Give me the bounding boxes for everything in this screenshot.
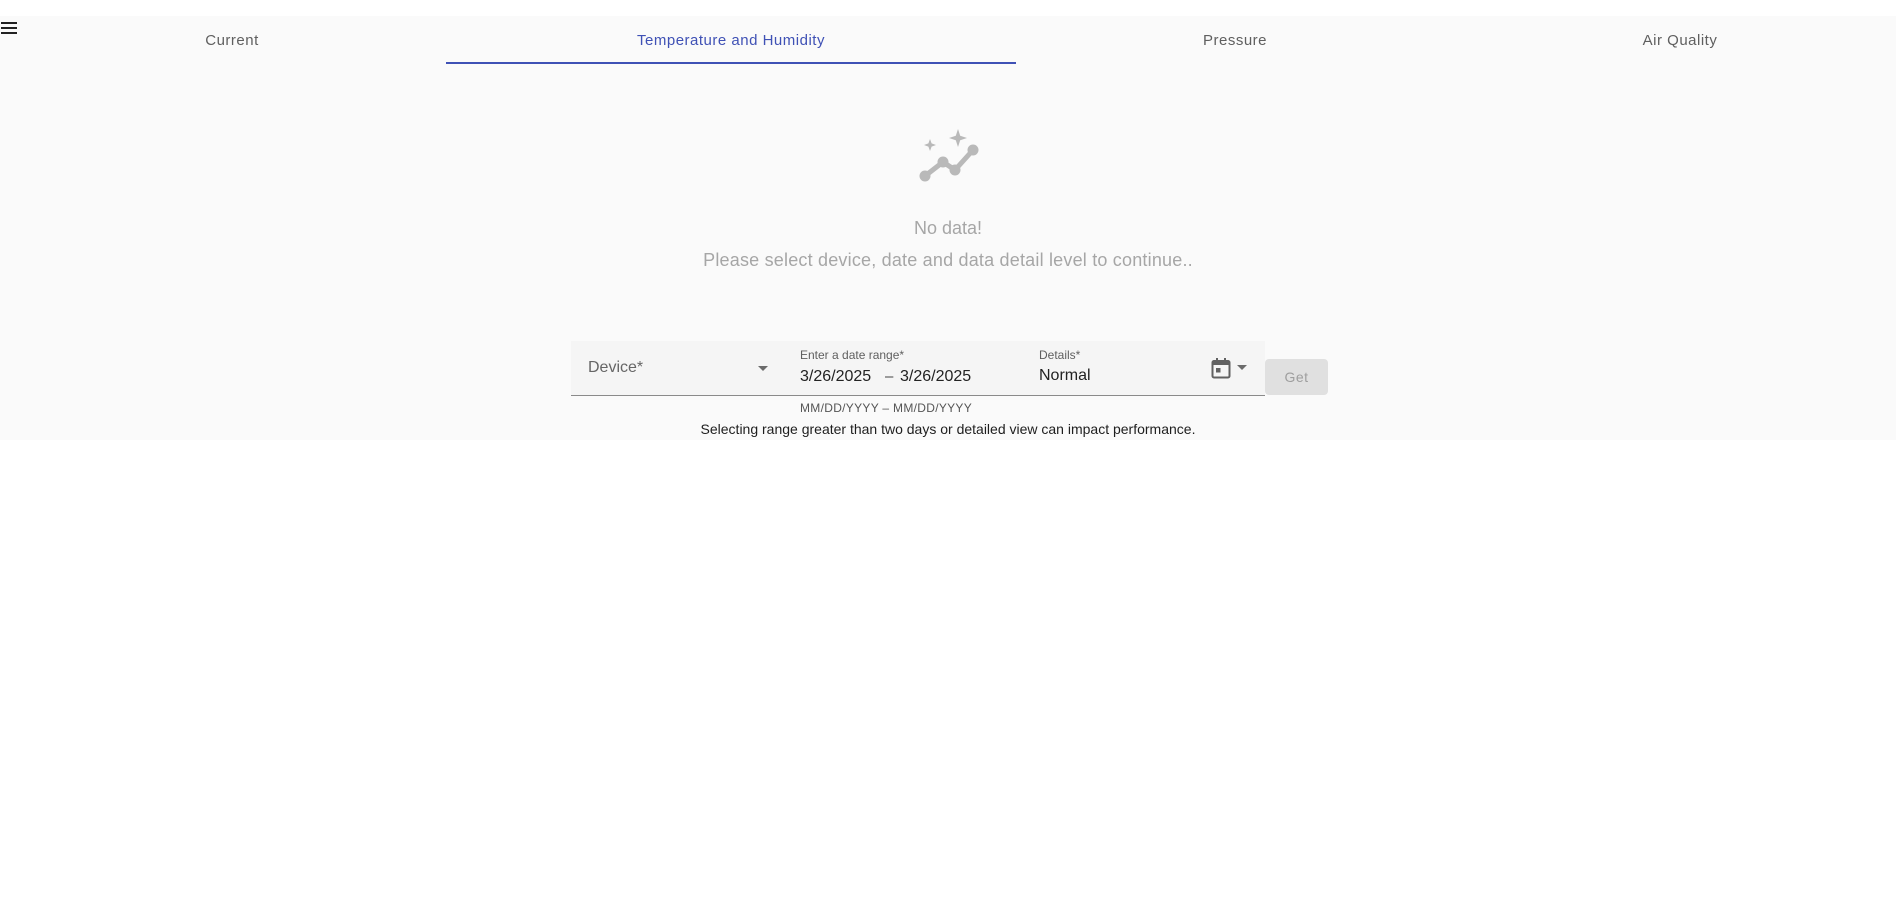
- sparkline-chart-icon: [919, 129, 979, 182]
- date-range-field: Enter a date range* –: [771, 341, 1231, 396]
- date-format-hint: MM/DD/YYYY – MM/DD/YYYY: [800, 401, 973, 415]
- date-range-label: Enter a date range*: [800, 348, 905, 362]
- chevron-down-icon: [758, 366, 768, 371]
- tab-pressure[interactable]: Pressure: [1016, 16, 1454, 64]
- empty-state-subtitle: Please select device, date and data deta…: [703, 250, 1193, 270]
- empty-state-title: No data!: [913, 218, 983, 238]
- tab-temperature-and-humidity[interactable]: Temperature and Humidity: [446, 16, 1016, 64]
- menu-icon: [1, 22, 17, 34]
- tab-bar: Current Temperature and Humidity Pressur…: [0, 16, 1896, 64]
- details-select-value: Normal: [1039, 367, 1091, 384]
- end-date-input[interactable]: [900, 367, 1000, 387]
- query-form: Device* Enter a date range* – Details* N…: [571, 341, 1265, 396]
- get-button[interactable]: Get: [1265, 359, 1328, 395]
- date-range-separator: –: [885, 368, 894, 385]
- tab-current[interactable]: Current: [0, 16, 464, 64]
- performance-note: Selecting range greater than two days or…: [700, 421, 1196, 437]
- tab-air-quality[interactable]: Air Quality: [1454, 16, 1896, 64]
- menu-button[interactable]: [0, 18, 18, 38]
- chevron-down-icon: [1237, 365, 1247, 370]
- device-select-label: Device*: [588, 359, 644, 376]
- details-select-label: Details*: [1039, 348, 1081, 362]
- device-select[interactable]: Device*: [571, 341, 771, 396]
- details-select[interactable]: Details* Normal: [1039, 341, 1265, 396]
